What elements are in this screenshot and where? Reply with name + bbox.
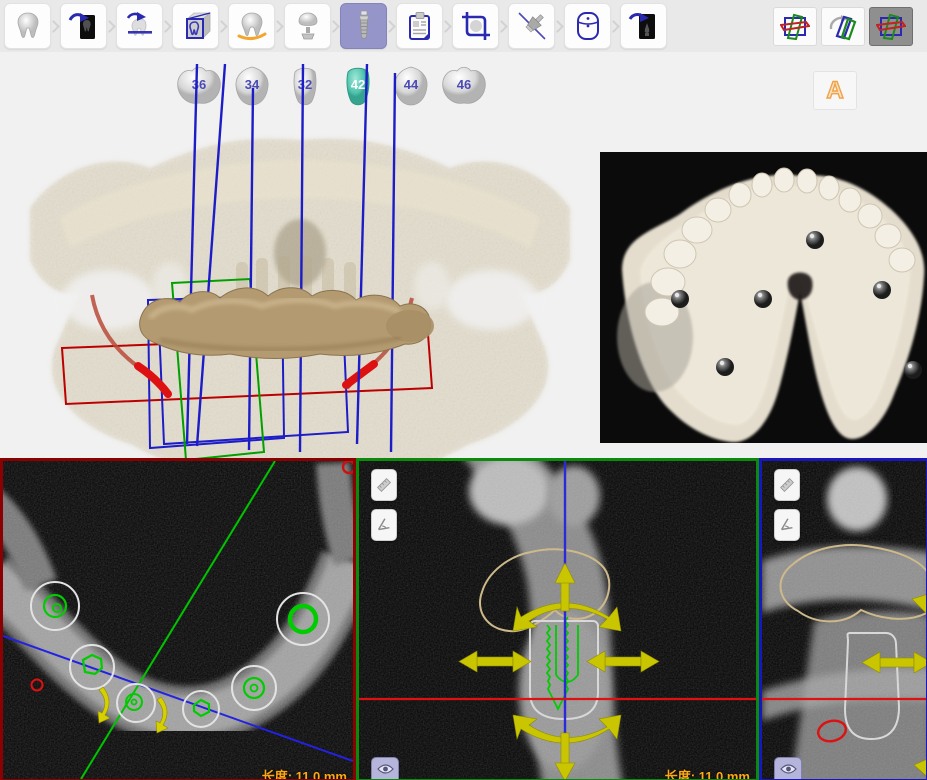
cross-section-ct-image bbox=[359, 461, 756, 779]
toolbar-separator bbox=[555, 4, 564, 48]
3d-volume-view[interactable] bbox=[0, 48, 600, 458]
visibility-toggle-button[interactable] bbox=[371, 757, 399, 780]
tooth-3d-icon bbox=[12, 10, 44, 42]
eye-icon bbox=[377, 763, 394, 775]
rotate-planes-button[interactable] bbox=[821, 7, 865, 46]
occlusal-plane-button[interactable] bbox=[116, 3, 163, 49]
view-toggle-bar bbox=[773, 7, 913, 46]
toolbar-separator bbox=[219, 4, 228, 48]
drill-button[interactable] bbox=[508, 3, 555, 49]
measure-length-button[interactable] bbox=[371, 469, 397, 501]
three-planes-pressed-icon bbox=[876, 13, 906, 41]
angle-icon bbox=[778, 516, 796, 534]
dental-model-photo bbox=[600, 152, 927, 443]
volume-box-icon bbox=[179, 9, 213, 43]
toolbar-separator bbox=[611, 4, 620, 48]
implant-length-label: 长度: 11.0 mm bbox=[262, 766, 347, 780]
three-planes-pressed-button[interactable] bbox=[869, 7, 913, 46]
annotation-label: A bbox=[826, 77, 843, 105]
measure-angle-button[interactable] bbox=[371, 509, 397, 541]
xray-view-icon bbox=[67, 9, 101, 43]
guide-case-button[interactable] bbox=[564, 3, 611, 49]
volume-box-button[interactable] bbox=[172, 3, 219, 49]
angle-icon bbox=[375, 516, 393, 534]
panoramic-curve-button[interactable] bbox=[228, 3, 275, 49]
toolbar-separator bbox=[499, 4, 508, 48]
toolbar-separator bbox=[51, 4, 60, 48]
measure-angle-button[interactable] bbox=[774, 509, 800, 541]
toolbar-separator bbox=[443, 4, 452, 48]
axial-ct-image bbox=[3, 461, 353, 779]
implant-length-label: 长度: 11.0 mm bbox=[665, 766, 750, 780]
eye-icon bbox=[780, 763, 797, 775]
toolbar-separator bbox=[107, 4, 116, 48]
crown-abutment-icon bbox=[291, 9, 325, 43]
three-planes-button[interactable] bbox=[773, 7, 817, 46]
tooth-3d-button[interactable] bbox=[4, 3, 51, 49]
three-planes-icon bbox=[780, 13, 810, 41]
xray-export-icon bbox=[627, 9, 661, 43]
drill-icon bbox=[515, 9, 549, 43]
crop-button[interactable] bbox=[452, 3, 499, 49]
visibility-toggle-button[interactable] bbox=[774, 757, 802, 780]
cross-section-ct-panel[interactable]: 长度: 11.0 mm bbox=[356, 458, 759, 780]
tangential-ct-panel[interactable] bbox=[759, 458, 927, 780]
prosthesis-arch bbox=[140, 288, 434, 359]
implant-button[interactable] bbox=[340, 3, 387, 49]
occlusal-plane-icon bbox=[123, 9, 157, 43]
axial-ct-panel[interactable]: 长度: 11.0 mm bbox=[0, 458, 356, 780]
measure-length-button[interactable] bbox=[774, 469, 800, 501]
report-button[interactable] bbox=[396, 3, 443, 49]
toolbar-separator bbox=[387, 4, 396, 48]
toolbar-separator bbox=[163, 4, 172, 48]
rotate-planes-icon bbox=[828, 13, 858, 41]
panoramic-curve-icon bbox=[235, 9, 269, 43]
xray-view-button[interactable] bbox=[60, 3, 107, 49]
implant-planning-app: A 36 34 32 42 bbox=[0, 0, 927, 780]
crop-icon bbox=[459, 9, 493, 43]
ruler-icon bbox=[778, 476, 796, 494]
report-icon bbox=[403, 9, 437, 43]
crown-abutment-button[interactable] bbox=[284, 3, 331, 49]
guide-case-icon bbox=[571, 9, 605, 43]
toolbar-separator bbox=[331, 4, 340, 48]
toolbar-separator bbox=[275, 4, 284, 48]
implant-icon bbox=[347, 9, 381, 43]
ruler-icon bbox=[375, 476, 393, 494]
xray-export-button[interactable] bbox=[620, 3, 667, 49]
annotation-button[interactable]: A bbox=[813, 71, 857, 110]
